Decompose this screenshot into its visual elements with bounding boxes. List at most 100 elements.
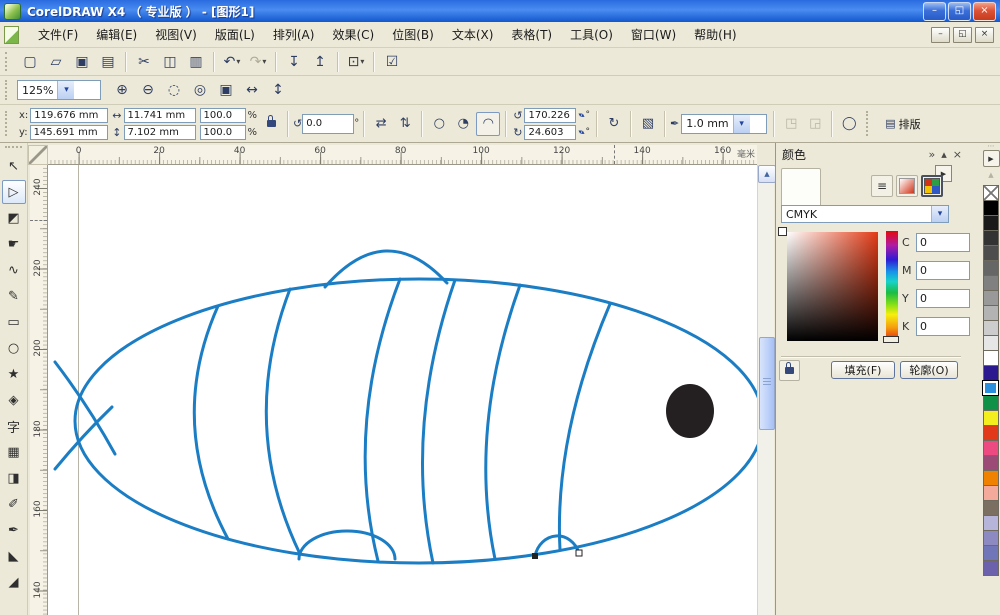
color-swatch[interactable] xyxy=(983,275,999,291)
menu-item-11[interactable]: 帮助(H) xyxy=(685,23,745,46)
color-swatch[interactable] xyxy=(983,545,999,561)
color-model-select[interactable]: CMYK ▾ xyxy=(781,205,949,223)
color-sliders-button[interactable]: ≡ xyxy=(871,175,893,197)
convert-to-curves-button[interactable]: ◯ xyxy=(838,113,860,135)
object-height-field[interactable]: 7.102 mm xyxy=(124,125,196,140)
arc-direction-button[interactable]: ↻ xyxy=(603,113,625,135)
color-swatch[interactable] xyxy=(983,320,999,336)
horizontal-ruler[interactable]: 毫米 020406080100120140160 xyxy=(48,145,757,165)
close-button[interactable]: × xyxy=(973,2,996,21)
color-viewer-button[interactable] xyxy=(896,175,918,197)
minimize-button[interactable]: – xyxy=(923,2,946,21)
color-swatch[interactable] xyxy=(982,380,999,396)
docker-lock-button[interactable] xyxy=(779,360,800,381)
color-swatch[interactable] xyxy=(983,290,999,306)
object-width-field[interactable]: 11.741 mm xyxy=(124,108,196,123)
palette-scroll-up-button[interactable]: ▲ xyxy=(984,169,999,181)
export-button[interactable]: ↥ xyxy=(308,51,332,73)
color-swatch[interactable] xyxy=(983,515,999,531)
fish-stripe[interactable] xyxy=(266,289,300,554)
drawing-canvas[interactable] xyxy=(48,165,757,615)
wrap-text-button[interactable]: ▧ xyxy=(637,113,659,135)
color-swatch[interactable] xyxy=(983,440,999,456)
scrollbar-thumb[interactable] xyxy=(759,337,775,430)
ellipse-tool[interactable]: ○ xyxy=(2,336,26,360)
docker-close-button[interactable]: × xyxy=(953,149,962,160)
open-button[interactable]: ▱ xyxy=(44,51,68,73)
vertical-ruler[interactable]: 240220200180160140 xyxy=(30,165,48,615)
save-button[interactable]: ▣ xyxy=(70,51,94,73)
color-swatch[interactable] xyxy=(983,230,999,246)
smart-drawing-tool[interactable]: ✎ xyxy=(2,284,26,308)
print-button[interactable]: ▤ xyxy=(96,51,120,73)
menu-item-0[interactable]: 文件(F) xyxy=(29,23,87,46)
hue-strip[interactable] xyxy=(886,231,898,341)
dropdown-icon[interactable]: ▾ xyxy=(360,58,364,66)
palette-flyout-button[interactable]: ▶ xyxy=(983,150,1000,167)
arc-button[interactable]: ◠ xyxy=(476,112,500,136)
menu-item-4[interactable]: 排列(A) xyxy=(264,23,324,46)
fill-button[interactable]: 填充(F) xyxy=(831,361,895,379)
polygon-tool[interactable]: ★ xyxy=(2,362,26,386)
fish-drawing[interactable] xyxy=(48,165,757,615)
document-icon[interactable] xyxy=(4,26,19,44)
menu-item-9[interactable]: 工具(O) xyxy=(561,23,622,46)
combo-dropdown-icon[interactable]: ▾ xyxy=(57,81,74,99)
menu-item-3[interactable]: 版面(L) xyxy=(206,23,264,46)
pan-tool[interactable]: ☛ xyxy=(2,232,26,256)
zoom-out-button[interactable]: ⊖ xyxy=(136,79,160,101)
color-palettes-button[interactable] xyxy=(921,175,943,197)
hue-slider-handle[interactable] xyxy=(883,336,899,343)
menu-item-2[interactable]: 视图(V) xyxy=(146,23,206,46)
zoom-page-height-button[interactable]: ↕ xyxy=(266,79,290,101)
options-button[interactable]: ☑ xyxy=(380,51,404,73)
arc-end-angle-field[interactable]: 24.603 xyxy=(524,125,576,140)
paste-button[interactable]: ▥ xyxy=(184,51,208,73)
text-tool[interactable]: 字 xyxy=(2,414,26,438)
y-position-field[interactable]: 145.691 mm xyxy=(30,125,108,140)
shape-tool[interactable]: ▷ xyxy=(2,180,26,204)
dropdown-icon[interactable]: ▾ xyxy=(236,58,240,66)
to-front-button[interactable]: ◳ xyxy=(780,113,802,135)
rotation-angle-field[interactable]: 0.0 xyxy=(302,114,354,134)
channel-value-field[interactable]: 0 xyxy=(916,261,970,280)
fill-tool[interactable]: ◣ xyxy=(2,544,26,568)
channel-value-field[interactable]: 0 xyxy=(916,233,970,252)
blend-tool[interactable]: ◨ xyxy=(2,466,26,490)
menu-item-6[interactable]: 位图(B) xyxy=(383,23,443,46)
import-button[interactable]: ↧ xyxy=(282,51,306,73)
zoom-all-objects-button[interactable]: ◎ xyxy=(188,79,212,101)
fish-body[interactable] xyxy=(75,279,757,563)
color-swatch[interactable] xyxy=(983,200,999,216)
scale-lock-button[interactable] xyxy=(260,113,282,135)
palette-grip[interactable]: ⋯ xyxy=(982,143,1000,149)
color-swatch[interactable] xyxy=(983,485,999,501)
color-swatch[interactable] xyxy=(983,215,999,231)
zoom-selected-button[interactable]: ◌ xyxy=(162,79,186,101)
pick-tool[interactable]: ↖ xyxy=(2,154,26,178)
fish-stripe[interactable] xyxy=(194,306,228,539)
color-swatch[interactable] xyxy=(983,470,999,486)
fish-stripe[interactable] xyxy=(365,279,400,561)
rectangle-tool[interactable]: ▭ xyxy=(2,310,26,334)
color-swatch[interactable] xyxy=(983,350,999,366)
color-swatch[interactable] xyxy=(983,560,999,576)
mirror-vertical-button[interactable]: ⇅ xyxy=(394,113,416,135)
channel-value-field[interactable]: 0 xyxy=(916,317,970,336)
outline-width-combo[interactable]: 1.0 mm ▾ xyxy=(681,114,767,134)
color-swatch[interactable] xyxy=(983,305,999,321)
ellipse-button[interactable]: ○ xyxy=(428,113,450,135)
table-tool[interactable]: ▦ xyxy=(2,440,26,464)
menu-item-5[interactable]: 效果(C) xyxy=(323,23,383,46)
mdi-minimize-button[interactable]: – xyxy=(931,27,950,43)
outline-button[interactable]: 轮廓(O) xyxy=(900,361,958,379)
interactive-fill-tool[interactable]: ◢ xyxy=(2,570,26,594)
cut-button[interactable]: ✂ xyxy=(132,51,156,73)
arc-start-angle-field[interactable]: 170.226 xyxy=(524,108,576,123)
outline-pen-tool[interactable]: ✒ xyxy=(2,518,26,542)
color-swatch[interactable] xyxy=(983,425,999,441)
fish-stripe[interactable] xyxy=(559,304,610,550)
fish-stripe[interactable] xyxy=(486,285,520,559)
color-swatch[interactable] xyxy=(983,455,999,471)
pie-button[interactable]: ◔ xyxy=(452,113,474,135)
